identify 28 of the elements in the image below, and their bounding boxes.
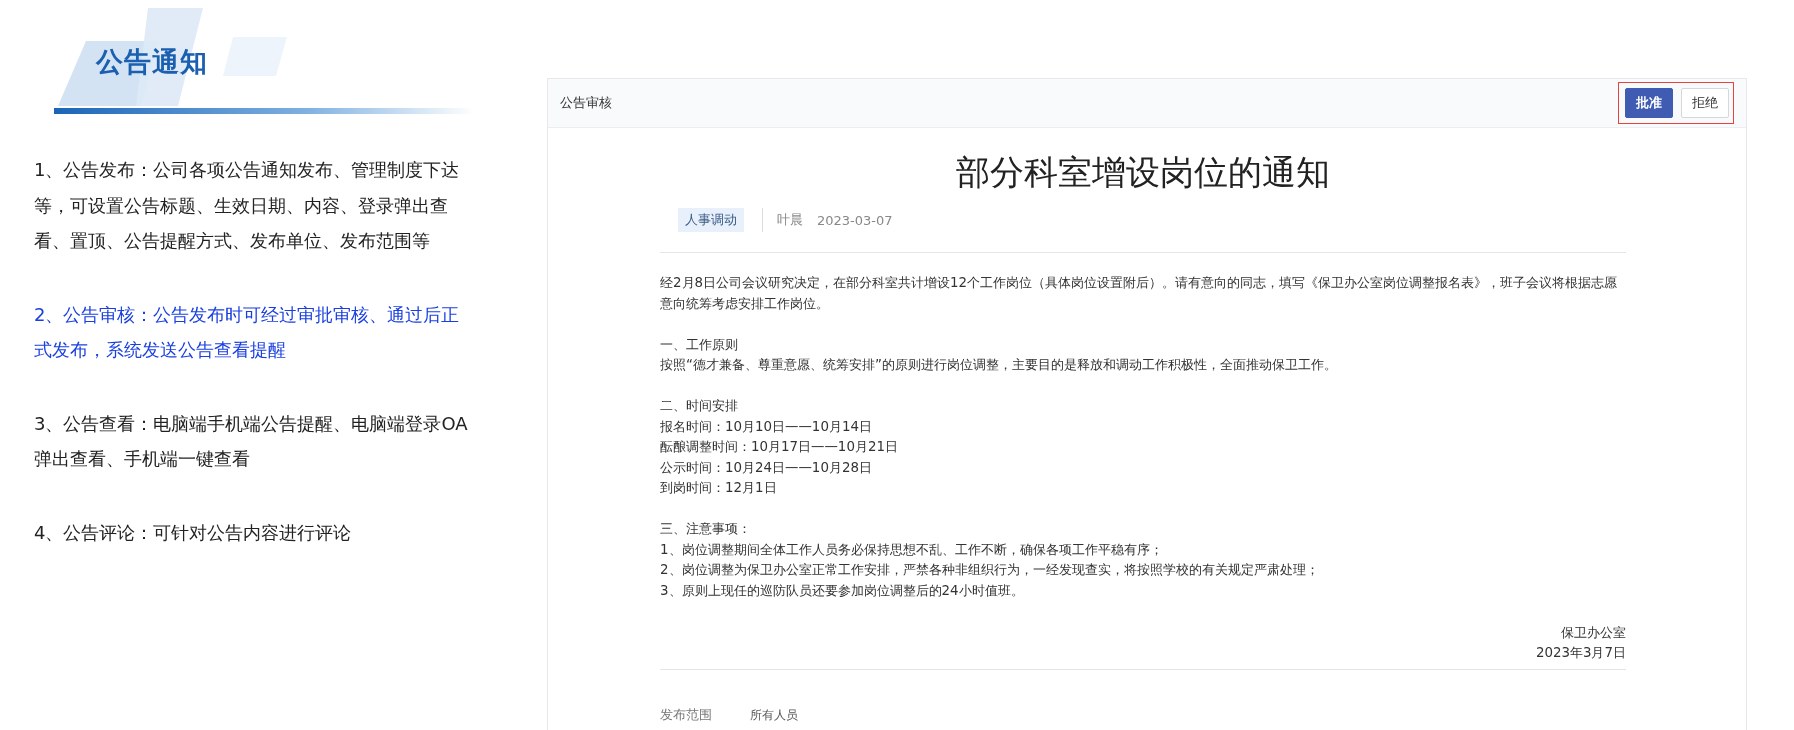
approve-button[interactable]: 批准 — [1625, 88, 1673, 118]
feature-description: 1、公告发布：公司各项公告通知发布、管理制度下达等，可设置公告标题、生效日期、内容、登录弹出查看、置顶、公告提醒方式、发布单位、发布范围等 — [34, 158, 461, 253]
section-title: 公告通知 — [96, 45, 208, 79]
category-tag: 人事调动 — [678, 208, 744, 232]
section-heading: 三、注意事项： — [660, 520, 752, 538]
notice-line: 酝酿调整时间：10月17日——10月21日 — [660, 438, 899, 456]
panel-title: 公告审核 — [560, 94, 612, 112]
notice-line: 报名时间：10月10日——10月14日 — [660, 417, 873, 436]
notice-line: 到岗时间：12月1日 — [660, 479, 778, 497]
signature-department: 保卫办公室 — [1560, 624, 1626, 642]
feature-description: 2、公告审核：公告发布时可经过审批审核、通过后正式发布，系统发送公告查看提醒 — [34, 302, 461, 362]
author-name: 叶晨 — [777, 211, 803, 229]
notice-line: 1、岗位调整期间全体工作人员务必保持思想不乱、工作不断，确保各项工作平稳有序； — [660, 540, 1164, 559]
notice-line: 公示时间：10月24日——10月28日 — [660, 458, 873, 477]
notice-line: 2、岗位调整为保卫办公室正常工作安排，严禁各种非组织行为，一经发现查实，将按照学校的有关规定严肃处理； — [660, 561, 1320, 579]
notice-line: 按照“德才兼备、尊重意愿、统筹安排”的原则进行岗位调整，主要目的是释放和调动工作积极性，全面推动保卫工作。 — [660, 356, 1338, 374]
feature-description: 3、公告查看：电脑端手机端公告提醒、电脑端登录OA弹出查看、手机端一键查看 — [34, 411, 469, 471]
notice-title: 部分科室增设岗位的通知 — [955, 151, 1331, 194]
scope-label: 发布范围 — [660, 706, 712, 724]
feature-description: 4、公告评论：可针对公告内容进行评论 — [34, 520, 353, 545]
notice-line: 3、原则上现任的巡防队员还要参加岗位调整后的24小时值班。 — [660, 581, 1025, 600]
signature-date: 2023年3月7日 — [1534, 644, 1626, 662]
publish-date: 2023-03-07 — [817, 212, 893, 228]
reject-button[interactable]: 拒绝 — [1681, 88, 1729, 118]
scope-value: 所有人员 — [750, 706, 798, 724]
notice-paragraph: 经2月8日公司会议研究决定，在部分科室共计增设12个工作岗位（具体岗位设置附后）。请有意向的同志，填写《保卫办公室岗位调整报名表》，班子会议将根据志愿意向统筹考虑安排工作岗位。 — [660, 274, 1619, 313]
section-heading: 一、工作原则 — [660, 335, 739, 354]
section-heading: 二、时间安排 — [660, 397, 739, 415]
